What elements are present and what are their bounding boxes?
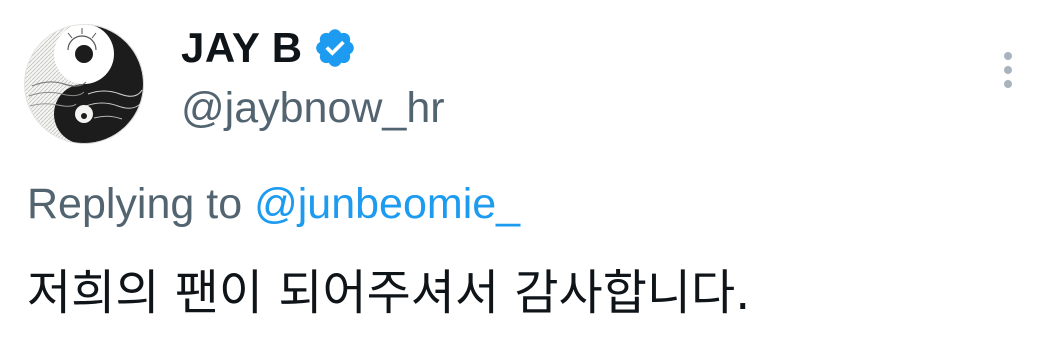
yin-yang-avatar-icon <box>24 24 144 144</box>
profile-avatar[interactable] <box>24 24 144 144</box>
tweet-text: 저희의 팬이 되어주셔서 감사합니다. <box>27 265 751 321</box>
author-name-row[interactable]: JAY B <box>181 24 357 72</box>
more-options-icon[interactable] <box>990 48 1026 92</box>
reply-mention-link[interactable]: @junbeomie_ <box>254 180 520 228</box>
replying-to-label: Replying to <box>27 180 243 228</box>
author-handle[interactable]: @jaybnow_hr <box>181 82 445 134</box>
verified-badge-icon[interactable] <box>313 26 357 70</box>
display-name[interactable]: JAY B <box>181 24 303 72</box>
replying-to-line: Replying to @junbeomie_ <box>27 178 520 230</box>
more-dot-middle <box>1004 66 1012 74</box>
more-dot-top <box>1004 52 1012 60</box>
tweet-card: JAY B @jaybnow_hr Replying to @junbeomie… <box>0 0 1056 352</box>
more-dot-bottom <box>1004 80 1012 88</box>
